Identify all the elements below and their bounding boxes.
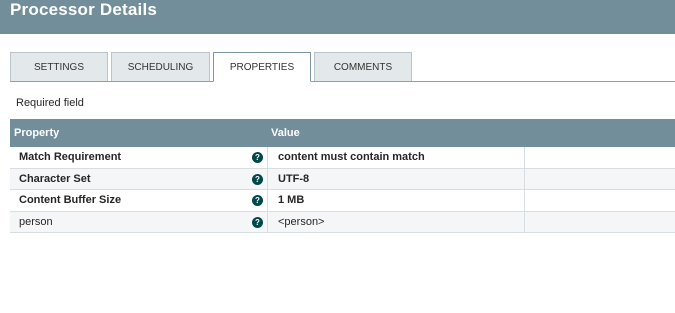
question-circle-icon[interactable]: ? bbox=[252, 173, 263, 185]
property-value[interactable]: content must contain match bbox=[278, 147, 425, 168]
property-name: Match Requirement bbox=[19, 151, 122, 163]
column-divider bbox=[267, 211, 268, 232]
question-circle-icon[interactable]: ? bbox=[252, 152, 263, 163]
properties-grid: Property Value Match Requirement ? conte… bbox=[10, 119, 675, 233]
column-divider bbox=[267, 147, 268, 168]
dialog-header: Processor Details bbox=[0, 0, 675, 34]
question-circle-icon[interactable]: ? bbox=[252, 216, 263, 228]
column-divider bbox=[524, 211, 525, 232]
tab-comments[interactable]: COMMENTS bbox=[314, 52, 412, 81]
property-name: Content Buffer Size bbox=[19, 194, 122, 206]
grid-header: Property Value bbox=[10, 119, 675, 147]
property-name: person bbox=[19, 215, 53, 228]
property-row[interactable]: person ? <person> bbox=[10, 211, 675, 233]
column-divider bbox=[267, 168, 268, 189]
question-circle-icon[interactable]: ? bbox=[252, 195, 263, 206]
tab-scheduling[interactable]: SCHEDULING bbox=[111, 52, 210, 81]
property-name: Character Set bbox=[19, 172, 91, 185]
column-divider bbox=[524, 147, 525, 168]
tab-properties[interactable]: PROPERTIES bbox=[213, 52, 311, 82]
dialog-title: Processor Details bbox=[10, 0, 158, 19]
property-value[interactable]: UTF-8 bbox=[278, 169, 309, 190]
column-divider bbox=[524, 190, 525, 211]
column-divider bbox=[524, 168, 525, 189]
property-row[interactable]: Match Requirement ? content must contain… bbox=[10, 147, 675, 169]
tab-settings[interactable]: SETTINGS bbox=[10, 52, 108, 81]
property-value[interactable]: <person> bbox=[278, 212, 324, 233]
property-row[interactable]: Character Set ? UTF-8 bbox=[10, 168, 675, 190]
property-row[interactable]: Content Buffer Size ? 1 MB bbox=[10, 190, 675, 212]
column-divider bbox=[267, 190, 268, 211]
column-header-property[interactable]: Property bbox=[14, 119, 59, 147]
required-field-label: Required field bbox=[16, 97, 84, 109]
property-value[interactable]: 1 MB bbox=[278, 190, 304, 211]
column-header-value[interactable]: Value bbox=[271, 119, 300, 147]
tab-bar: SETTINGS SCHEDULING PROPERTIES COMMENTS bbox=[10, 52, 675, 82]
